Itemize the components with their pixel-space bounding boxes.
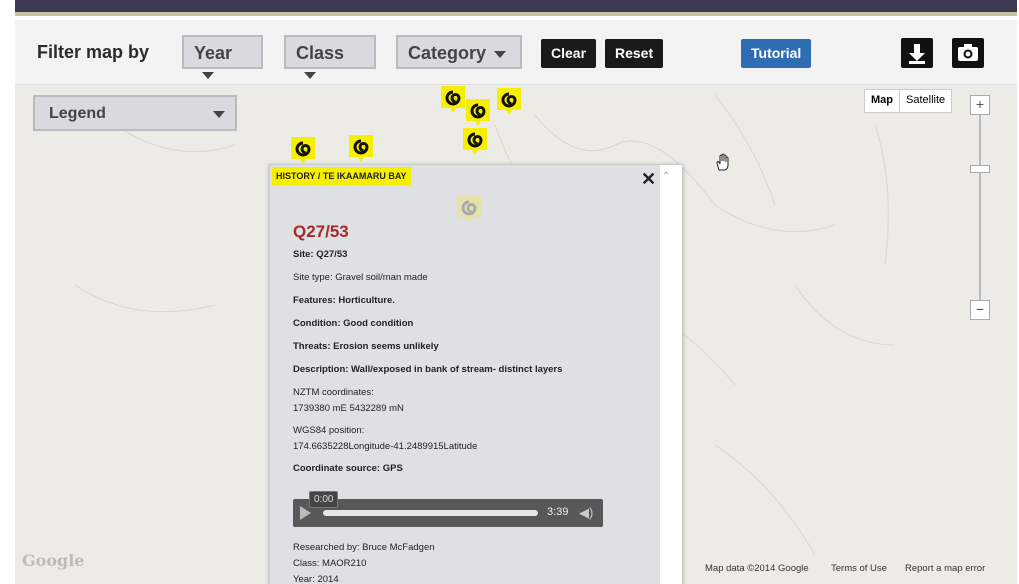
map-type-satellite[interactable]: Satellite <box>900 90 951 112</box>
map-marker[interactable] <box>465 98 491 128</box>
clear-button[interactable]: Clear <box>541 39 597 68</box>
map-type-toggle: Map Satellite <box>864 89 953 113</box>
site-id: Site: Q27/53 <box>293 249 348 260</box>
chevron-down-icon <box>202 71 214 79</box>
site-type: Site type: Gravel soil/man made <box>293 272 428 283</box>
reset-button[interactable]: Reset <box>605 39 664 68</box>
legend-dropdown[interactable]: Legend <box>33 95 237 131</box>
download-icon <box>909 44 925 64</box>
map-marker[interactable] <box>290 136 316 166</box>
category-tag: HISTORY / TE IKAAMARU BAY <box>272 167 411 185</box>
terms-link[interactable]: Terms of Use <box>831 563 887 574</box>
wgs-label: WGS84 position: <box>293 425 365 436</box>
map-type-map[interactable]: Map <box>865 90 900 112</box>
class-label: Class <box>296 43 345 63</box>
site-title: Q27/53 <box>293 222 349 241</box>
map-marker[interactable] <box>496 87 522 117</box>
coordinate-source: Coordinate source: GPS <box>293 463 403 474</box>
scroll-up-icon[interactable]: ⌃ <box>662 171 670 182</box>
map-marker[interactable] <box>348 134 374 164</box>
audio-duration: 3:39 <box>547 506 569 518</box>
audio-player: 0:00 3:39 ◀) <box>293 491 603 527</box>
audio-current-time: 0:00 <box>309 491 339 508</box>
map-data-attribution: Map data ©2014 Google <box>705 563 809 574</box>
filter-title: Filter map by <box>37 42 150 62</box>
site-class: Class: MAOR210 <box>293 558 367 569</box>
site-year: Year: 2014 <box>293 574 339 584</box>
zoom-control: + − <box>970 95 990 321</box>
play-icon[interactable] <box>300 506 311 520</box>
google-logo: Google <box>22 551 85 570</box>
report-error-link[interactable]: Report a map error <box>905 563 985 574</box>
site-features: Features: Horticulture. <box>293 295 395 306</box>
map-marker[interactable] <box>440 85 466 115</box>
filter-bar: Filter map by Year Class Category Clear … <box>15 20 1017 85</box>
zoom-slider-thumb[interactable] <box>970 165 990 173</box>
zoom-track[interactable] <box>979 115 981 305</box>
popup-content[interactable]: HISTORY / TE IKAAMARU BAY ✕ Q27/53 Site:… <box>270 165 660 584</box>
faded-marker-icon <box>457 196 481 223</box>
category-label: Category <box>408 43 487 63</box>
close-icon[interactable]: ✕ <box>641 169 656 190</box>
class-dropdown[interactable]: Class <box>284 35 376 79</box>
site-condition: Condition: Good condition <box>293 318 414 329</box>
site-info-popup: HISTORY / TE IKAAMARU BAY ✕ Q27/53 Site:… <box>269 164 683 584</box>
researched-by: Researched by: Bruce McFadgen <box>293 542 435 553</box>
site-description: Description: Wall/exposed in bank of str… <box>293 364 563 375</box>
map-canvas[interactable]: Legend Map Satellite + − HISTORY / TE IK… <box>15 85 1017 584</box>
download-button[interactable] <box>901 38 933 68</box>
zoom-in-button[interactable]: + <box>970 95 990 115</box>
zoom-out-button[interactable]: − <box>970 300 990 320</box>
year-dropdown[interactable]: Year <box>182 35 263 79</box>
nztm-label: NZTM coordinates: <box>293 387 374 398</box>
year-label: Year <box>194 43 233 63</box>
camera-icon <box>958 44 978 61</box>
chevron-down-icon <box>213 111 225 118</box>
hand-cursor-icon <box>716 153 729 171</box>
chevron-down-icon <box>304 71 316 79</box>
category-dropdown[interactable]: Category <box>396 35 522 69</box>
wgs-value: 174.6635228Longitude-41.2489915Latitude <box>293 441 478 452</box>
camera-button[interactable] <box>952 38 984 68</box>
tutorial-button[interactable]: Tutorial <box>741 39 812 68</box>
map-marker[interactable] <box>462 127 488 157</box>
nztm-value: 1739380 mE 5432289 mN <box>293 403 404 414</box>
site-threats: Threats: Erosion seems unlikely <box>293 341 439 352</box>
audio-progress-track[interactable] <box>323 510 538 516</box>
top-accent-bar <box>15 0 1017 20</box>
chevron-down-icon <box>494 50 507 58</box>
legend-label: Legend <box>49 105 106 122</box>
volume-icon[interactable]: ◀) <box>579 505 593 521</box>
